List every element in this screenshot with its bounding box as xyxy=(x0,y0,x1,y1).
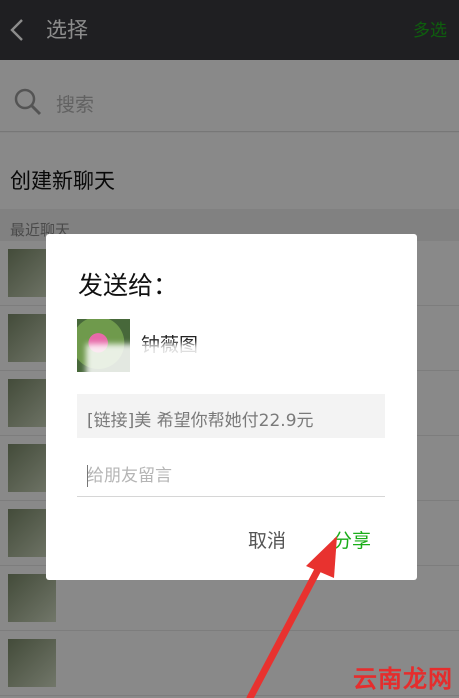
message-preview-text: [链接]美 希望你帮她付22.9元 xyxy=(87,411,314,431)
dialog-title: 发送给： xyxy=(78,271,179,300)
watermark-logo: 云南龙网 xyxy=(353,665,453,693)
privacy-blur xyxy=(86,344,226,384)
message-preview-box: [链接]美 希望你帮她付22.9元 xyxy=(77,394,385,438)
send-to-dialog: 发送给： 钟薇图 [链接]美 希望你帮她付22.9元 取消 分享 xyxy=(46,234,417,580)
comment-input[interactable] xyxy=(77,455,385,497)
cancel-button[interactable]: 取消 xyxy=(248,526,286,553)
share-button[interactable]: 分享 xyxy=(333,526,371,553)
text-caret xyxy=(87,465,88,487)
